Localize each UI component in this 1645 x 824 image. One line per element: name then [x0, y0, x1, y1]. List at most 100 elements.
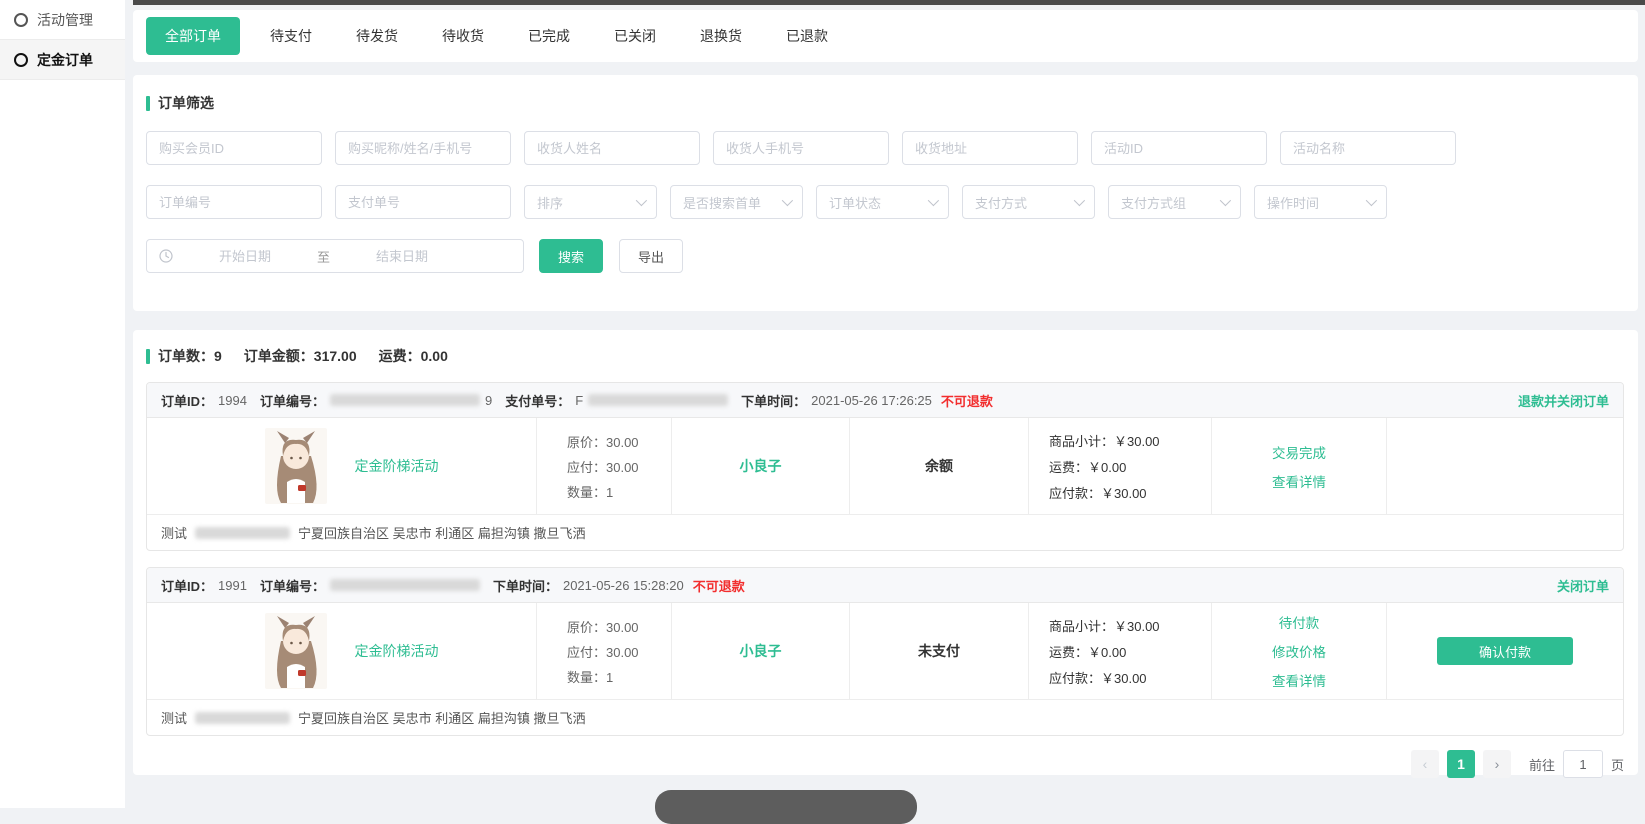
payment-method-cell: 未支付: [850, 603, 1029, 699]
order-time-value: 2021-05-26 17:26:25: [811, 393, 932, 408]
tab-pending-payment[interactable]: 待支付: [248, 17, 334, 55]
modify-price-link[interactable]: 修改价格: [1272, 641, 1326, 661]
activity-id-input[interactable]: [1091, 131, 1267, 165]
subtotal: 商品小计：￥30.00: [1049, 616, 1211, 635]
amount-due: 应付款：￥30.00: [1049, 483, 1211, 502]
orders-panel: 订单数：9 订单金额：317.00 运费：0.00 订单ID： 1994 订单编…: [133, 330, 1638, 775]
tab-closed[interactable]: 已关闭: [592, 17, 678, 55]
goto-page-input[interactable]: [1563, 750, 1603, 778]
next-page-button[interactable]: ›: [1483, 750, 1511, 778]
totals-cell: 商品小计：￥30.00 运费：￥0.00 应付款：￥30.00: [1029, 418, 1212, 514]
order-status-tabs: 全部订单 待支付 待发货 待收货 已完成 已关闭 退换货 已退款: [133, 10, 1638, 62]
goto-label: 前往: [1529, 755, 1555, 774]
export-button[interactable]: 导出: [619, 239, 683, 273]
price-cell: 原价：30.00 应付：30.00 数量：1: [537, 418, 672, 514]
payable-price: 应付：30.00: [567, 457, 671, 476]
order-id-value: 1991: [218, 578, 247, 593]
chevron-down-icon: [928, 195, 939, 206]
filter-row-1: [146, 131, 1638, 165]
sort-select[interactable]: 排序: [524, 185, 657, 219]
status-actions-cell: 待付款 修改价格 查看详情: [1212, 603, 1387, 699]
radio-circle-icon: [14, 53, 28, 67]
original-price: 原价：30.00: [567, 432, 671, 451]
payment-number-input[interactable]: [335, 185, 511, 219]
first-order-select[interactable]: 是否搜索首单: [670, 185, 803, 219]
tab-completed[interactable]: 已完成: [506, 17, 592, 55]
payment-method-group-select[interactable]: 支付方式组: [1108, 185, 1241, 219]
tab-pending-shipment[interactable]: 待发货: [334, 17, 420, 55]
product-image[interactable]: [265, 428, 327, 504]
product-name-link[interactable]: 定金阶梯活动: [355, 641, 439, 661]
pay-no-prefix: F: [575, 393, 583, 408]
first-order-select-label: 是否搜索首单: [683, 193, 761, 212]
order-id-label: 订单ID：: [161, 391, 213, 410]
consignee-phone-input[interactable]: [713, 131, 889, 165]
view-details-link[interactable]: 查看详情: [1272, 670, 1326, 690]
sidebar: 活动管理 定金订单: [0, 0, 125, 808]
confirm-payment-button[interactable]: 确认付款: [1437, 637, 1573, 665]
consignee-name-input[interactable]: [524, 131, 700, 165]
payment-method: 余额: [925, 456, 953, 476]
freight: 运费：￥0.00: [1049, 642, 1211, 661]
start-date-input[interactable]: [183, 248, 307, 265]
refund-and-close-order-link[interactable]: 退款并关闭订单: [1518, 391, 1609, 410]
operation-cell: [1387, 418, 1623, 514]
payment-method-select[interactable]: 支付方式: [962, 185, 1095, 219]
sort-select-label: 排序: [537, 193, 563, 212]
sidebar-item-activity-management[interactable]: 活动管理: [0, 0, 125, 40]
operation-cell: 确认付款: [1387, 603, 1623, 699]
redacted-phone: [195, 527, 290, 539]
view-details-link[interactable]: 查看详情: [1272, 471, 1326, 491]
order-count: 订单数：9: [158, 346, 222, 366]
shipping-address-input[interactable]: [902, 131, 1078, 165]
order-id-label: 订单ID：: [161, 576, 213, 595]
radio-circle-icon: [14, 13, 28, 27]
previous-page-button[interactable]: ‹: [1411, 750, 1439, 778]
totals-cell: 商品小计：￥30.00 运费：￥0.00 应付款：￥30.00: [1029, 603, 1212, 699]
activity-name-input[interactable]: [1280, 131, 1456, 165]
tab-refunded[interactable]: 已退款: [764, 17, 850, 55]
order-id-value: 1994: [218, 393, 247, 408]
shipping-address: 宁夏回族自治区 吴忠市 利通区 扁担沟镇 撒旦飞洒: [298, 708, 585, 727]
sidebar-item-label: 定金订单: [37, 50, 93, 70]
product-image[interactable]: [265, 613, 327, 689]
tab-all-orders[interactable]: 全部订单: [146, 17, 240, 55]
buyer-name: 小良子: [740, 456, 782, 476]
tab-pending-receipt[interactable]: 待收货: [420, 17, 506, 55]
order-freight: 运费：0.00: [379, 346, 448, 366]
buyer-cell: 小良子: [672, 418, 850, 514]
current-page-button[interactable]: 1: [1447, 750, 1475, 778]
payment-method-group-select-label: 支付方式组: [1121, 193, 1186, 212]
order-number-input[interactable]: [146, 185, 322, 219]
price-cell: 原价：30.00 应付：30.00 数量：1: [537, 603, 672, 699]
section-accent-bar: [146, 349, 150, 364]
order-time-label: 下单时间：: [493, 576, 558, 595]
date-range-picker[interactable]: 至: [146, 239, 524, 273]
product-name-link[interactable]: 定金阶梯活动: [355, 456, 439, 476]
buyer-nickname-input[interactable]: [335, 131, 511, 165]
subtotal: 商品小计：￥30.00: [1049, 431, 1211, 450]
end-date-input[interactable]: [340, 248, 464, 265]
order-card-1994: 订单ID： 1994 订单编号： 9 支付单号： F 下单时间： 2021-05…: [146, 382, 1624, 551]
operation-time-select[interactable]: 操作时间: [1254, 185, 1387, 219]
order-time-value: 2021-05-26 15:28:20: [563, 578, 684, 593]
order-status-select[interactable]: 订单状态: [816, 185, 949, 219]
buyer-member-id-input[interactable]: [146, 131, 322, 165]
chevron-down-icon: [782, 195, 793, 206]
search-button[interactable]: 搜索: [539, 239, 603, 273]
consignee-name: 测试: [161, 708, 187, 727]
non-refundable-badge: 不可退款: [941, 391, 993, 410]
chevron-down-icon: [636, 195, 647, 206]
order-no-label: 订单编号：: [260, 391, 325, 410]
tab-returns[interactable]: 退换货: [678, 17, 764, 55]
chevron-down-icon: [1074, 195, 1085, 206]
order-no-suffix: 9: [485, 393, 492, 408]
close-order-link[interactable]: 关闭订单: [1557, 576, 1609, 595]
buyer-cell: 小良子: [672, 603, 850, 699]
sidebar-item-deposit-orders[interactable]: 定金订单: [0, 40, 125, 80]
product-cell: 定金阶梯活动: [147, 603, 537, 699]
order-address-row: 测试 宁夏回族自治区 吴忠市 利通区 扁担沟镇 撒旦飞洒: [147, 699, 1623, 735]
pagination: ‹ 1 › 前往 页: [146, 750, 1624, 778]
sidebar-item-label: 活动管理: [37, 10, 93, 30]
order-amount: 订单金额：317.00: [244, 346, 357, 366]
